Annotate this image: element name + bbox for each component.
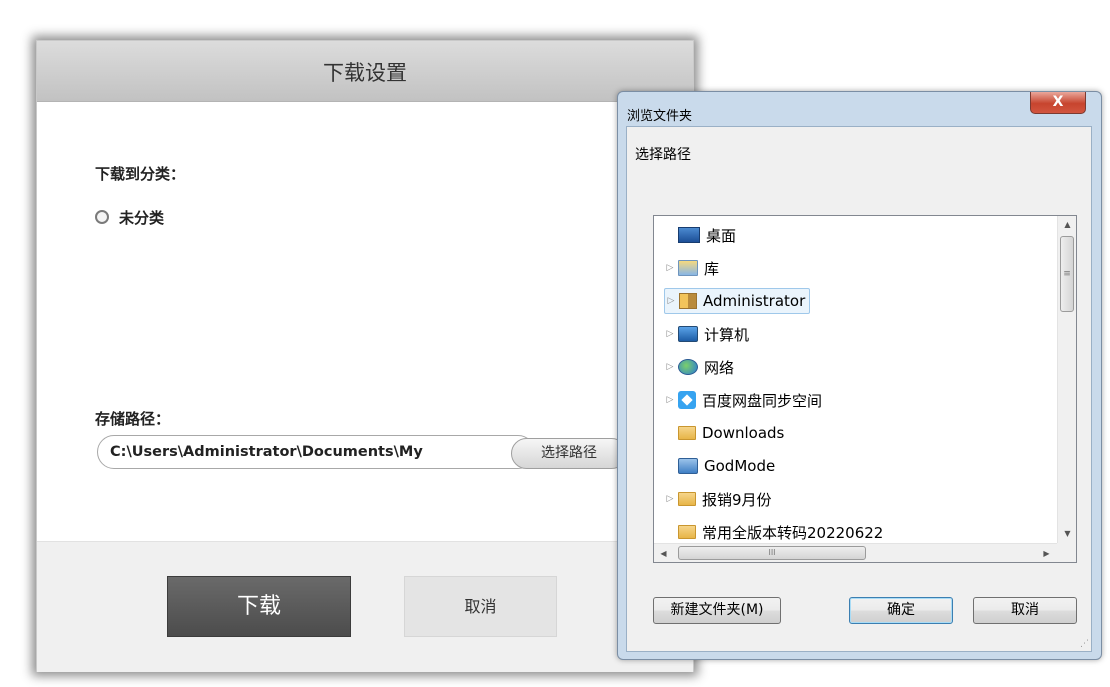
browse-cancel-button[interactable]: 取消 bbox=[973, 597, 1077, 624]
scroll-left-arrow-icon[interactable]: ◀ bbox=[654, 545, 673, 562]
dialog-title: 下载设置 bbox=[323, 61, 407, 85]
tree-item-godmode[interactable]: GodMode bbox=[664, 453, 775, 479]
ok-button[interactable]: 确定 bbox=[849, 597, 953, 624]
tree-item-computer[interactable]: ▷ 计算机 bbox=[664, 321, 749, 347]
expand-arrow-icon[interactable]: ▷ bbox=[664, 329, 676, 339]
dialog-footer bbox=[37, 541, 693, 672]
scroll-up-arrow-icon[interactable]: ▲ bbox=[1058, 216, 1076, 233]
folder-icon bbox=[678, 525, 696, 539]
horizontal-scroll-thumb[interactable]: III bbox=[678, 546, 866, 560]
network-icon bbox=[678, 359, 698, 375]
tree-item-label: 百度网盘同步空间 bbox=[702, 391, 823, 410]
expand-arrow-icon[interactable]: ▷ bbox=[664, 362, 676, 372]
user-folder-icon bbox=[679, 293, 697, 309]
tree-item-label: Downloads bbox=[702, 424, 785, 442]
download-button[interactable]: 下载 bbox=[167, 576, 351, 637]
desktop-icon bbox=[678, 227, 700, 243]
tree-item-network[interactable]: ▷ 网络 bbox=[664, 354, 734, 380]
computer-icon bbox=[678, 326, 698, 342]
tree-item-label: Administrator bbox=[703, 292, 806, 310]
radio-label: 未分类 bbox=[119, 208, 165, 227]
scroll-right-arrow-icon[interactable]: ▶ bbox=[1037, 545, 1056, 562]
storage-path-label: 存储路径： bbox=[95, 410, 171, 428]
scroll-corner bbox=[1057, 543, 1076, 562]
tree-item-desktop[interactable]: 桌面 bbox=[664, 222, 736, 248]
folder-icon bbox=[678, 426, 696, 440]
choose-path-button[interactable]: 选择路径 bbox=[511, 438, 627, 469]
radio-button-icon[interactable] bbox=[95, 210, 109, 224]
horizontal-scrollbar[interactable]: ◀ III ▶ bbox=[654, 543, 1057, 562]
tree-item-label: 库 bbox=[704, 259, 720, 278]
cancel-button[interactable]: 取消 bbox=[404, 576, 557, 637]
browse-folder-dialog: 浏览文件夹 X 选择路径 桌面 ▷ 库 ▷ Administrator ▷ 计算… bbox=[617, 91, 1102, 660]
tree-item-libraries[interactable]: ▷ 库 bbox=[664, 255, 719, 281]
tree-item-label: 计算机 bbox=[704, 325, 750, 344]
scroll-down-arrow-icon[interactable]: ▼ bbox=[1058, 525, 1076, 542]
browse-dialog-title: 浏览文件夹 bbox=[627, 109, 693, 124]
tree-item-label: GodMode bbox=[704, 457, 776, 475]
library-icon bbox=[678, 260, 698, 276]
tree-item-reimbursement[interactable]: ▷ 报销9月份 bbox=[664, 486, 772, 512]
storage-path-input[interactable]: C:\Users\Administrator\Documents\My bbox=[97, 435, 535, 469]
folder-tree[interactable]: 桌面 ▷ 库 ▷ Administrator ▷ 计算机 ▷ 网络 ▷ 百度网盘… bbox=[653, 215, 1077, 563]
expand-arrow-icon[interactable]: ▷ bbox=[664, 494, 676, 504]
category-radio-uncategorized[interactable]: 未分类 bbox=[95, 206, 164, 228]
godmode-icon bbox=[678, 458, 698, 474]
tree-item-label: 常用全版本转码20220622 bbox=[702, 523, 884, 542]
tree-item-label: 网络 bbox=[704, 358, 735, 377]
tree-item-administrator[interactable]: ▷ Administrator bbox=[664, 288, 811, 314]
expand-arrow-icon[interactable]: ▷ bbox=[665, 296, 677, 306]
close-button[interactable]: X bbox=[1030, 92, 1086, 114]
browse-prompt: 选择路径 bbox=[635, 147, 691, 163]
new-folder-button[interactable]: 新建文件夹(M) bbox=[653, 597, 781, 624]
browse-dialog-body: 选择路径 桌面 ▷ 库 ▷ Administrator ▷ 计算机 ▷ 网络 ▷… bbox=[626, 126, 1092, 652]
tree-item-transcode[interactable]: 常用全版本转码20220622 bbox=[664, 519, 883, 545]
tree-item-baidu-netdisk[interactable]: ▷ 百度网盘同步空间 bbox=[664, 387, 822, 413]
expand-arrow-icon[interactable]: ▷ bbox=[664, 395, 676, 405]
dialog-header: 下载设置 bbox=[37, 41, 693, 102]
baidu-netdisk-icon bbox=[678, 391, 696, 409]
download-settings-dialog: 下载设置 下载到分类： 未分类 存储路径： C:\Users\Administr… bbox=[36, 40, 694, 672]
category-label: 下载到分类： bbox=[95, 165, 186, 183]
vertical-scrollbar[interactable]: ▲ ≡ ▼ bbox=[1057, 216, 1076, 543]
vertical-scroll-thumb[interactable]: ≡ bbox=[1060, 236, 1074, 312]
resize-grip-icon[interactable]: ⋰ bbox=[1080, 639, 1089, 649]
folder-icon bbox=[678, 492, 696, 506]
tree-item-label: 报销9月份 bbox=[702, 490, 772, 509]
tree-item-downloads[interactable]: Downloads bbox=[664, 420, 784, 446]
expand-arrow-icon[interactable]: ▷ bbox=[664, 263, 676, 273]
tree-item-label: 桌面 bbox=[706, 226, 737, 245]
